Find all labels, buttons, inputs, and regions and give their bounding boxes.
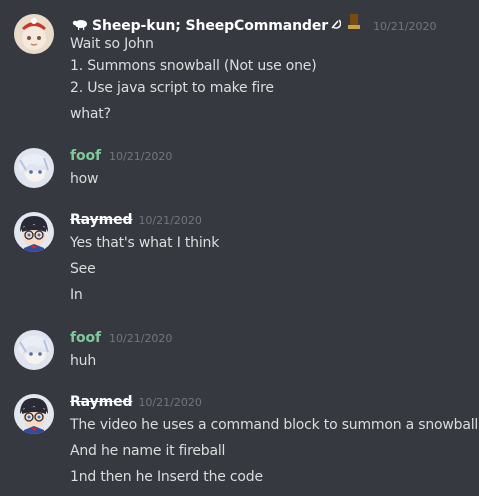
- chat-message-list: Sheep-kun; SheepCommander 10/21/2020 Wai…: [0, 0, 479, 496]
- message-header: Raymed 10/21/2020: [70, 212, 202, 232]
- timestamp: 10/21/2020: [138, 214, 202, 227]
- hammer-sickle-icon: [330, 15, 342, 34]
- avatar[interactable]: [14, 212, 54, 252]
- avatar[interactable]: [14, 394, 54, 434]
- timestamp: 10/21/2020: [109, 150, 173, 163]
- timestamp: 10/21/2020: [109, 332, 173, 345]
- avatar[interactable]: [14, 330, 54, 370]
- message-line: huh: [70, 353, 97, 369]
- message-header: foof 10/21/2020: [70, 330, 172, 350]
- username[interactable]: Raymed: [70, 212, 133, 228]
- username[interactable]: Raymed: [70, 394, 133, 410]
- message-line: And he name it fireball: [70, 443, 226, 459]
- boot-icon: [347, 14, 361, 34]
- message-header: Sheep-kun; SheepCommander 10/21/2020: [70, 14, 436, 34]
- username[interactable]: foof: [70, 148, 101, 164]
- avatar[interactable]: [14, 14, 54, 54]
- username[interactable]: Sheep-kun; SheepCommander: [92, 18, 328, 34]
- message-line: Wait so John: [70, 36, 154, 52]
- username[interactable]: foof: [70, 330, 101, 346]
- message-line: The video he uses a command block to sum…: [70, 417, 479, 433]
- message-header: Raymed 10/21/2020: [70, 394, 202, 414]
- message-line: what?: [70, 106, 111, 122]
- message-line: Yes that's what I think: [70, 235, 220, 251]
- message-line: See: [70, 261, 96, 277]
- timestamp: 10/21/2020: [373, 20, 437, 33]
- message-header: foof 10/21/2020: [70, 148, 172, 168]
- avatar[interactable]: [14, 148, 54, 188]
- message-line: 1. Summons snowball (Not use one): [70, 58, 317, 74]
- timestamp: 10/21/2020: [138, 396, 202, 409]
- message-line: In: [70, 287, 83, 303]
- sheep-icon: [72, 15, 88, 34]
- message-line: 1nd then he Inserd the code: [70, 469, 263, 485]
- message-line: 2. Use java script to make fire: [70, 80, 274, 96]
- message-line: how: [70, 171, 99, 187]
